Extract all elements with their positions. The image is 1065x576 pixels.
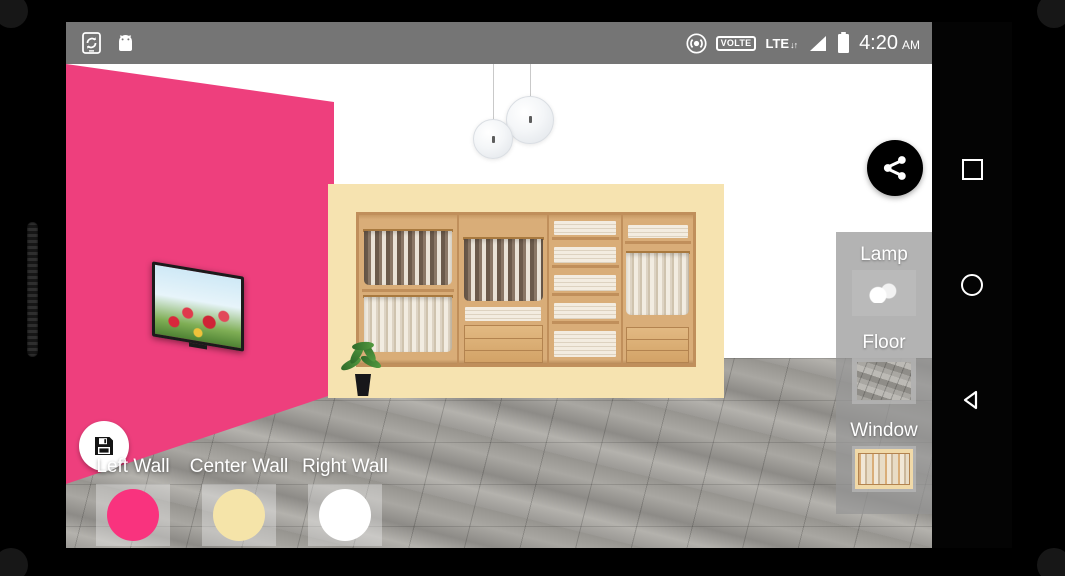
phone-sync-icon xyxy=(82,32,101,54)
folded-items xyxy=(554,275,616,291)
lamp-globe[interactable] xyxy=(473,119,513,159)
lamp-cord xyxy=(530,64,531,98)
wall-option-center[interactable]: Center Wall xyxy=(186,452,292,546)
folded-items xyxy=(465,307,542,321)
wardrobe-bay xyxy=(549,215,623,364)
wall-option-left[interactable]: Left Wall xyxy=(80,452,186,546)
wardrobe-bay xyxy=(623,215,693,364)
wall-option-label: Center Wall xyxy=(189,456,289,477)
wall-color-swatch[interactable] xyxy=(319,489,371,541)
bezel-corner xyxy=(1037,548,1065,576)
pendant-lamps[interactable] xyxy=(466,64,576,174)
folded-items xyxy=(554,221,616,235)
floor-texture-icon xyxy=(857,362,911,400)
recents-button[interactable] xyxy=(957,155,987,185)
volte-badge: VOLTE xyxy=(715,35,757,51)
battery-icon xyxy=(838,32,850,53)
plant-pot xyxy=(355,374,371,396)
hanging-clothes xyxy=(626,253,690,315)
clock-time: 4:20 xyxy=(859,31,898,54)
status-bar-clock: 4:20 AM xyxy=(859,32,920,55)
back-button[interactable] xyxy=(957,385,987,415)
wardrobe-object[interactable] xyxy=(356,212,696,367)
signal-icon xyxy=(810,35,827,51)
folded-items xyxy=(627,225,689,238)
tv-stand xyxy=(189,342,207,350)
object-label: Window xyxy=(850,420,918,441)
status-bar: VOLTE LTE ↓↑ 4:20 AM xyxy=(66,22,932,64)
android-navigation-bar[interactable] xyxy=(932,22,1012,548)
lte-data-arrows: ↓↑ xyxy=(790,39,798,50)
object-label: Lamp xyxy=(860,244,908,265)
bezel-corner xyxy=(0,0,28,28)
circle-icon xyxy=(961,273,983,296)
share-icon xyxy=(883,156,906,180)
wall-color-swatch[interactable] xyxy=(213,489,265,541)
hanging-clothes xyxy=(463,239,543,301)
status-bar-right-icons: VOLTE LTE ↓↑ 4:20 AM xyxy=(686,32,920,55)
status-bar-left-icons xyxy=(82,32,136,54)
home-button[interactable] xyxy=(957,270,987,300)
wardrobe-shelf xyxy=(551,237,619,240)
lte-icon: LTE ↓↑ xyxy=(765,35,798,51)
hotspot-icon xyxy=(686,32,707,54)
phone-screen: VOLTE LTE ↓↑ 4:20 AM Lamp Floor Window L… xyxy=(66,22,932,548)
device-frame: VOLTE LTE ↓↑ 4:20 AM Lamp Floor Window L… xyxy=(0,0,1065,576)
room-scene[interactable]: Lamp Floor Window Left Wall Center Wall … xyxy=(66,64,932,548)
tv-object[interactable] xyxy=(152,261,244,352)
lamp-thumbnail[interactable] xyxy=(852,270,916,316)
wall-option-label: Left Wall xyxy=(96,456,170,477)
wall-option-right[interactable]: Right Wall xyxy=(292,452,398,546)
wall-swatch-box[interactable] xyxy=(308,484,382,546)
share-button[interactable] xyxy=(867,140,923,196)
wall-color-swatch[interactable] xyxy=(107,489,159,541)
bezel-corner xyxy=(0,548,28,576)
wall-swatch-box[interactable] xyxy=(96,484,170,546)
wardrobe-shelf xyxy=(551,265,619,268)
object-item-floor[interactable]: Floor xyxy=(836,326,932,414)
square-icon xyxy=(961,159,983,181)
volume-rocker-button[interactable] xyxy=(27,222,38,357)
wardrobe-drawers[interactable] xyxy=(626,327,690,363)
wall-option-label: Right Wall xyxy=(302,456,388,477)
lamp-cord xyxy=(493,64,494,122)
wardrobe-shelf xyxy=(361,289,455,292)
hanging-clothes xyxy=(363,231,453,285)
folded-items xyxy=(554,331,616,357)
folded-items xyxy=(554,303,616,319)
triangle-left-icon xyxy=(963,391,978,410)
lamp-icon xyxy=(869,283,899,303)
wardrobe-bay xyxy=(459,215,550,364)
wardrobe-drawers[interactable] xyxy=(463,325,543,363)
folded-items xyxy=(554,247,616,263)
wardrobe-shelf xyxy=(551,321,619,324)
lamp-globe[interactable] xyxy=(506,96,554,144)
wall-selector-bar[interactable]: Left Wall Center Wall Right Wall xyxy=(66,452,932,548)
wardrobe-shelf xyxy=(624,241,691,244)
wall-swatch-box[interactable] xyxy=(202,484,276,546)
android-head-icon xyxy=(119,34,132,51)
bezel-corner xyxy=(1037,0,1065,28)
wardrobe-shelf xyxy=(551,293,619,296)
clock-ampm: AM xyxy=(902,37,920,52)
center-wall-surface[interactable] xyxy=(328,184,724,398)
floor-thumbnail[interactable] xyxy=(852,358,916,404)
potted-plant-object[interactable] xyxy=(339,338,384,396)
object-label: Floor xyxy=(862,332,906,353)
object-item-lamp[interactable]: Lamp xyxy=(836,238,932,326)
